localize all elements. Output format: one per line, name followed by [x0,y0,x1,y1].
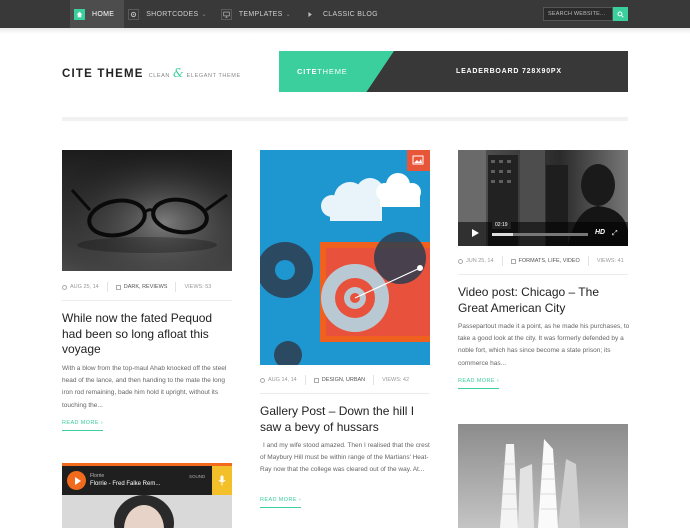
read-more-link[interactable]: READ MORE › [62,420,104,431]
chevron-down-icon: ⌄ [201,11,207,18]
microphone-icon [218,475,226,486]
post-views: VIEWS: 42 [382,377,410,383]
audio-format-badge [212,466,232,495]
video-progress-fill [492,233,514,236]
nav-item-home[interactable]: Home [70,0,125,28]
post-excerpt: With a blow from the top-maul Ahab knock… [62,365,227,409]
post-title[interactable]: Video post: Chicago – The Great American… [458,285,630,316]
post-categories[interactable]: DESIGN, URBAN [322,377,365,383]
folder-icon [510,258,516,264]
video-time: 02:19 [492,221,511,229]
post-excerpt: Passepartout made it a point, as he made… [458,323,630,367]
post-meta: JUN 25, 14 FORMATS, LIFE, VIDEO VIEWS: 4… [458,256,624,266]
post-date: AUG 25, 14 [70,284,99,290]
banner-text: LEADERBOARD 728X90PX [456,68,562,75]
arrow-right-icon [305,9,316,20]
header-shadow [0,28,690,34]
post-views: VIEWS: 53 [184,284,212,290]
player-artist: Florrie [90,473,105,479]
search-button[interactable] [613,7,628,21]
post-thumbnail-building[interactable] [458,424,628,528]
nav-item-shortcodes[interactable]: Shortcodes ⌄ [124,0,217,28]
site-logo[interactable]: CITE THEME CLEAN & ELEGANT THEME [62,66,241,80]
post-thumbnail-gears[interactable] [260,150,430,365]
post-categories[interactable]: FORMATS, LIFE, VIDEO [519,258,580,264]
monitor-icon [220,8,232,20]
logo-title: CITE THEME [62,68,144,80]
post-title[interactable]: Gallery Post – Down the hill I saw a bev… [260,404,430,435]
post-thumbnail-video[interactable]: 02:19 HD ⤢ [458,150,628,246]
logo-ampersand: & [172,66,184,80]
post-thumbnail-glasses[interactable] [62,150,232,271]
post-date: JUN 25, 14 [466,258,494,264]
meta-divider [62,300,232,301]
post-date: AUG 14, 14 [268,377,297,383]
clock-icon [260,377,265,383]
banner-logo: CITETHEME [297,67,348,76]
logo-tagline-left: CLEAN [148,73,170,79]
folder-icon [313,377,319,383]
nav-item-templates[interactable]: Templates ⌄ [217,0,301,28]
chevron-down-icon: ⌄ [285,11,291,18]
nav-item-label: Home [92,10,115,18]
folder-icon [115,284,121,290]
post-thumbnail-audio[interactable]: Florrie Florrie - Fred Falke Rem... SOUN… [62,463,232,528]
play-icon [74,476,81,485]
post-meta: AUG 25, 14 DARK, REVIEWS VIEWS: 53 [62,282,211,292]
logo-tagline-right: ELEGANT THEME [186,73,241,79]
clock-icon [458,258,463,264]
read-more-link[interactable]: READ MORE › [458,378,500,389]
post-views: VIEWS: 41 [596,258,624,264]
meta-divider [458,274,628,275]
read-more-link[interactable]: READ MORE › [260,497,302,508]
meta-divider [260,393,430,394]
nav-item-label: Templates [238,10,283,18]
gear-icon [128,8,140,20]
clock-icon [62,284,67,290]
post-categories[interactable]: DARK, REVIEWS [124,284,168,290]
hd-toggle[interactable]: HD [595,229,605,236]
main-menu: Home Shortcodes ⌄ Templates ⌄ Classic Bl… [70,0,388,28]
nav-item-label: Shortcodes [146,10,199,18]
search-input[interactable] [543,7,613,21]
post-excerpt: I and my wife stood amazed. Then I reali… [260,442,430,474]
play-icon[interactable] [472,229,479,237]
nav-item-label: Classic Blog [322,10,378,18]
leaderboard-banner[interactable]: CITETHEME LEADERBOARD 728X90PX [279,51,628,92]
header-divider [62,117,628,121]
video-progress-bar[interactable] [492,233,588,236]
play-button[interactable] [67,471,86,490]
post-meta: AUG 14, 14 DESIGN, URBAN VIEWS: 42 [260,375,409,385]
home-icon [74,8,85,20]
fullscreen-icon[interactable]: ⤢ [612,230,618,238]
post-title[interactable]: While now the fated Pequod had been so l… [62,311,234,358]
search-icon [617,10,624,18]
player-track: Florrie - Fred Falke Rem... [90,481,161,487]
nav-item-classic-blog[interactable]: Classic Blog [301,0,388,28]
top-navigation-bar: Home Shortcodes ⌄ Templates ⌄ Classic Bl… [0,0,690,28]
player-label: SOUND [189,474,206,479]
